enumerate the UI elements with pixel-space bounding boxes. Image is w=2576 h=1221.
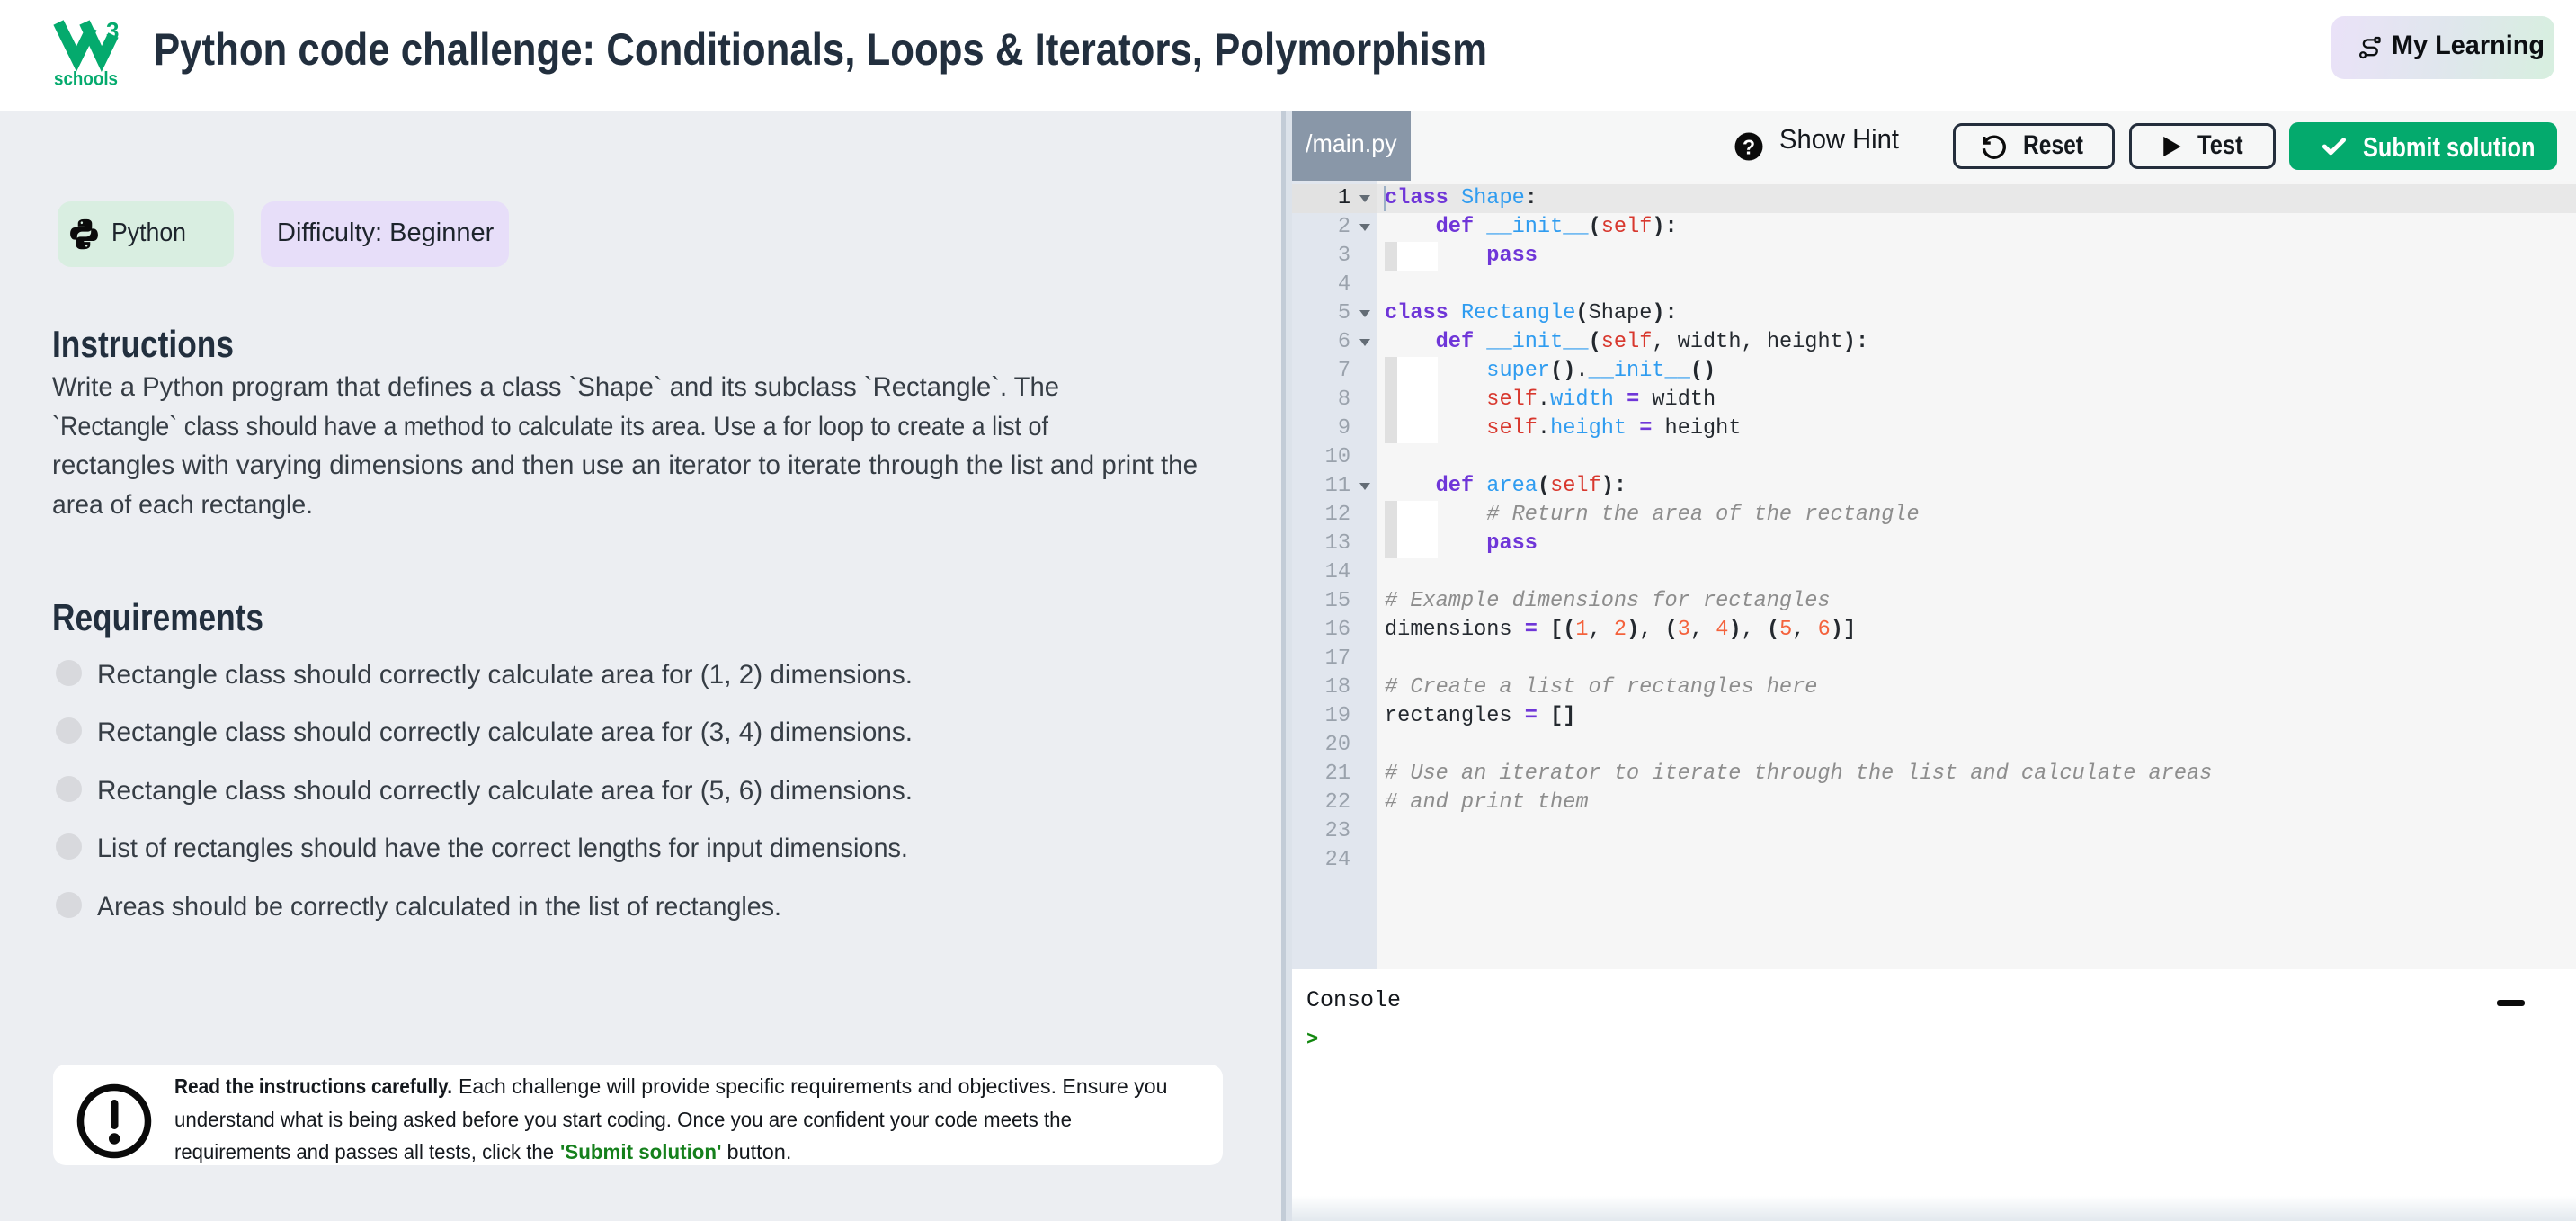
svg-text:?: ? — [1743, 136, 1755, 159]
svg-text:3: 3 — [106, 17, 119, 44]
svg-text:schools: schools — [54, 68, 118, 89]
